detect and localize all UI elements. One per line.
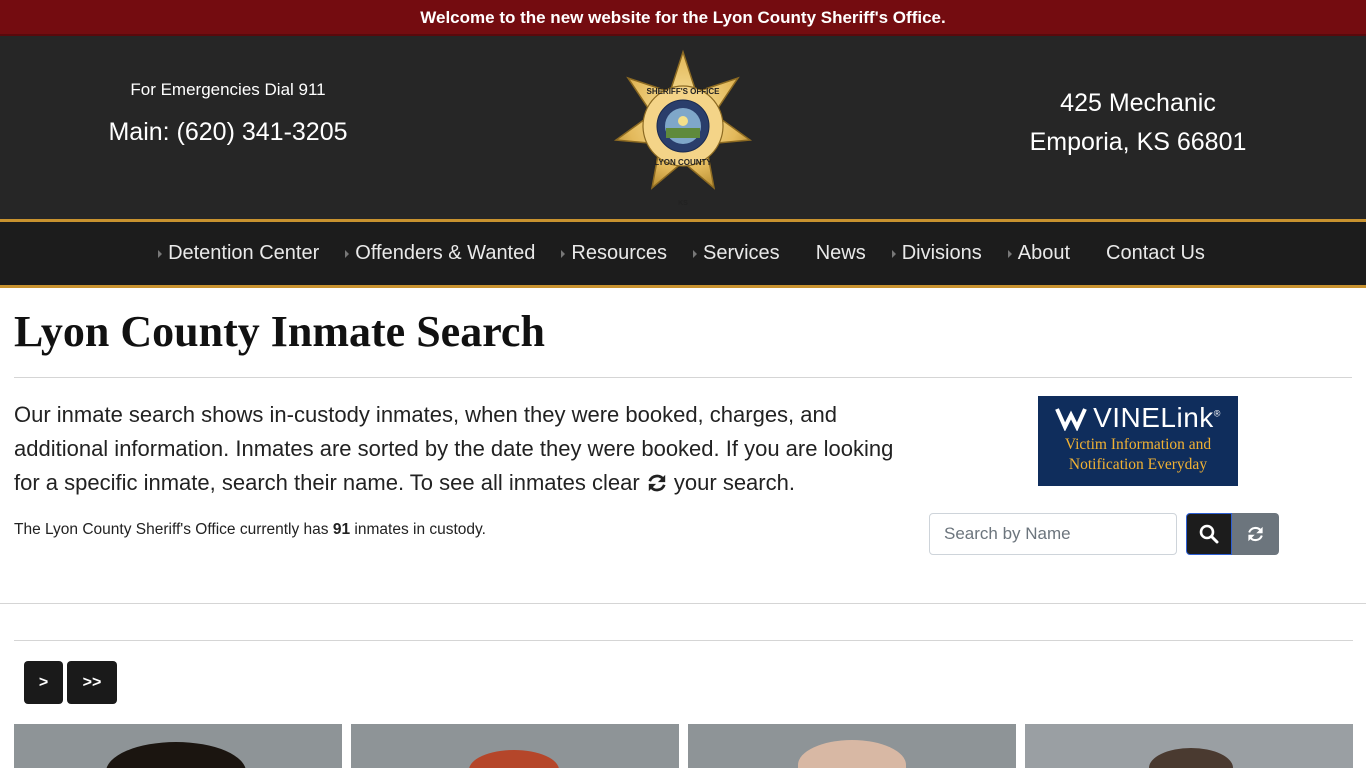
- header-contact: For Emergencies Dial 911 Main: (620) 341…: [48, 80, 408, 147]
- inmate-card[interactable]: [688, 724, 1016, 768]
- inmate-card[interactable]: [1025, 724, 1353, 768]
- caret-right-icon: [561, 249, 566, 258]
- caret-right-icon: [158, 249, 163, 258]
- main-content: Lyon County Inmate Search Our inmate sea…: [0, 288, 1366, 600]
- intro-text: Our inmate search shows in-custody inmat…: [14, 398, 914, 500]
- nav-detention-center[interactable]: Detention Center: [148, 222, 335, 285]
- nav-label: Contact Us: [1106, 242, 1205, 264]
- divider: [0, 603, 1366, 604]
- caret-right-icon: [692, 249, 697, 258]
- nav-about[interactable]: About: [998, 222, 1086, 285]
- reset-search-button[interactable]: [1232, 513, 1279, 555]
- nav-contact-us[interactable]: Contact Us: [1086, 222, 1221, 285]
- count-suffix: inmates in custody.: [350, 521, 486, 538]
- nav-label: Detention Center: [168, 242, 320, 264]
- nav-news[interactable]: News: [796, 222, 882, 285]
- vinelink-banner[interactable]: VINELink® Victim Information and Notific…: [1038, 396, 1238, 486]
- page-title: Lyon County Inmate Search: [14, 288, 1352, 378]
- vinelink-brand-a: VINE: [1093, 402, 1161, 433]
- emergency-text: For Emergencies Dial 911: [130, 80, 326, 99]
- vine-logo-icon: [1055, 408, 1087, 431]
- nav-label: Services: [702, 242, 780, 264]
- svg-text:KS: KS: [678, 200, 688, 207]
- inmate-count: 91: [332, 521, 351, 538]
- inmate-count-line: The Lyon County Sheriff's Office current…: [14, 521, 486, 539]
- search-input[interactable]: [929, 513, 1177, 555]
- main-nav: Detention Center Offenders & Wanted Reso…: [0, 222, 1366, 288]
- nav-resources[interactable]: Resources: [551, 222, 683, 285]
- header-address: 425 Mechanic Emporia, KS 66801: [988, 84, 1288, 162]
- intro-section: Our inmate search shows in-custody inmat…: [14, 378, 1352, 600]
- sheriff-badge-icon[interactable]: SHERIFF'S OFFICE LYON COUNTY KS: [610, 48, 756, 208]
- nav-label: Offenders & Wanted: [355, 242, 536, 264]
- divider: [14, 640, 1353, 641]
- inmate-cards: [14, 724, 1353, 768]
- inmate-photo: [106, 742, 246, 768]
- address-line2: Emporia, KS 66801: [1029, 128, 1247, 156]
- nav-offenders-wanted[interactable]: Offenders & Wanted: [335, 222, 551, 285]
- vinelink-brand: VINELink®: [1038, 396, 1238, 434]
- vinelink-tagline2: Notification Everyday: [1068, 456, 1208, 473]
- intro-text-part2: your search.: [667, 470, 795, 495]
- nav-divisions[interactable]: Divisions: [882, 222, 998, 285]
- inmate-card[interactable]: [351, 724, 679, 768]
- vinelink-tagline1: Victim Information and: [1064, 436, 1212, 453]
- nav-label: News: [815, 242, 866, 264]
- caret-right-icon: [345, 249, 350, 258]
- svg-text:LYON COUNTY: LYON COUNTY: [654, 158, 712, 167]
- count-prefix: The Lyon County Sheriff's Office current…: [14, 521, 333, 538]
- inmate-photo: [1149, 748, 1233, 768]
- caret-right-icon: [891, 249, 896, 258]
- inmate-card[interactable]: [14, 724, 342, 768]
- nav-services[interactable]: Services: [683, 222, 796, 285]
- main-phone[interactable]: Main: (620) 341-3205: [48, 118, 408, 147]
- refresh-icon: [1248, 526, 1263, 542]
- search-icon: [1199, 524, 1219, 544]
- vinelink-brand-b: Link: [1160, 402, 1214, 433]
- nav-label: Divisions: [901, 242, 982, 264]
- last-page-button[interactable]: >>: [67, 661, 117, 704]
- site-header: For Emergencies Dial 911 Main: (620) 341…: [0, 36, 1366, 222]
- inmate-photo: [798, 740, 906, 768]
- nav-label: About: [1017, 242, 1070, 264]
- svg-text:SHERIFF'S OFFICE: SHERIFF'S OFFICE: [646, 87, 720, 96]
- inmate-photo: [469, 750, 559, 768]
- pagination: > >>: [24, 661, 117, 704]
- caret-spacer: [806, 250, 810, 258]
- caret-right-icon: [1007, 249, 1012, 258]
- search-button[interactable]: [1186, 513, 1232, 555]
- refresh-icon: [648, 474, 666, 492]
- address-line1: 425 Mechanic: [1060, 89, 1216, 117]
- announcement-bar: Welcome to the new website for the Lyon …: [0, 0, 1366, 36]
- announcement-text: Welcome to the new website for the Lyon …: [420, 8, 946, 27]
- caret-spacer: [1096, 250, 1100, 258]
- nav-label: Resources: [571, 242, 667, 264]
- next-page-button[interactable]: >: [24, 661, 63, 704]
